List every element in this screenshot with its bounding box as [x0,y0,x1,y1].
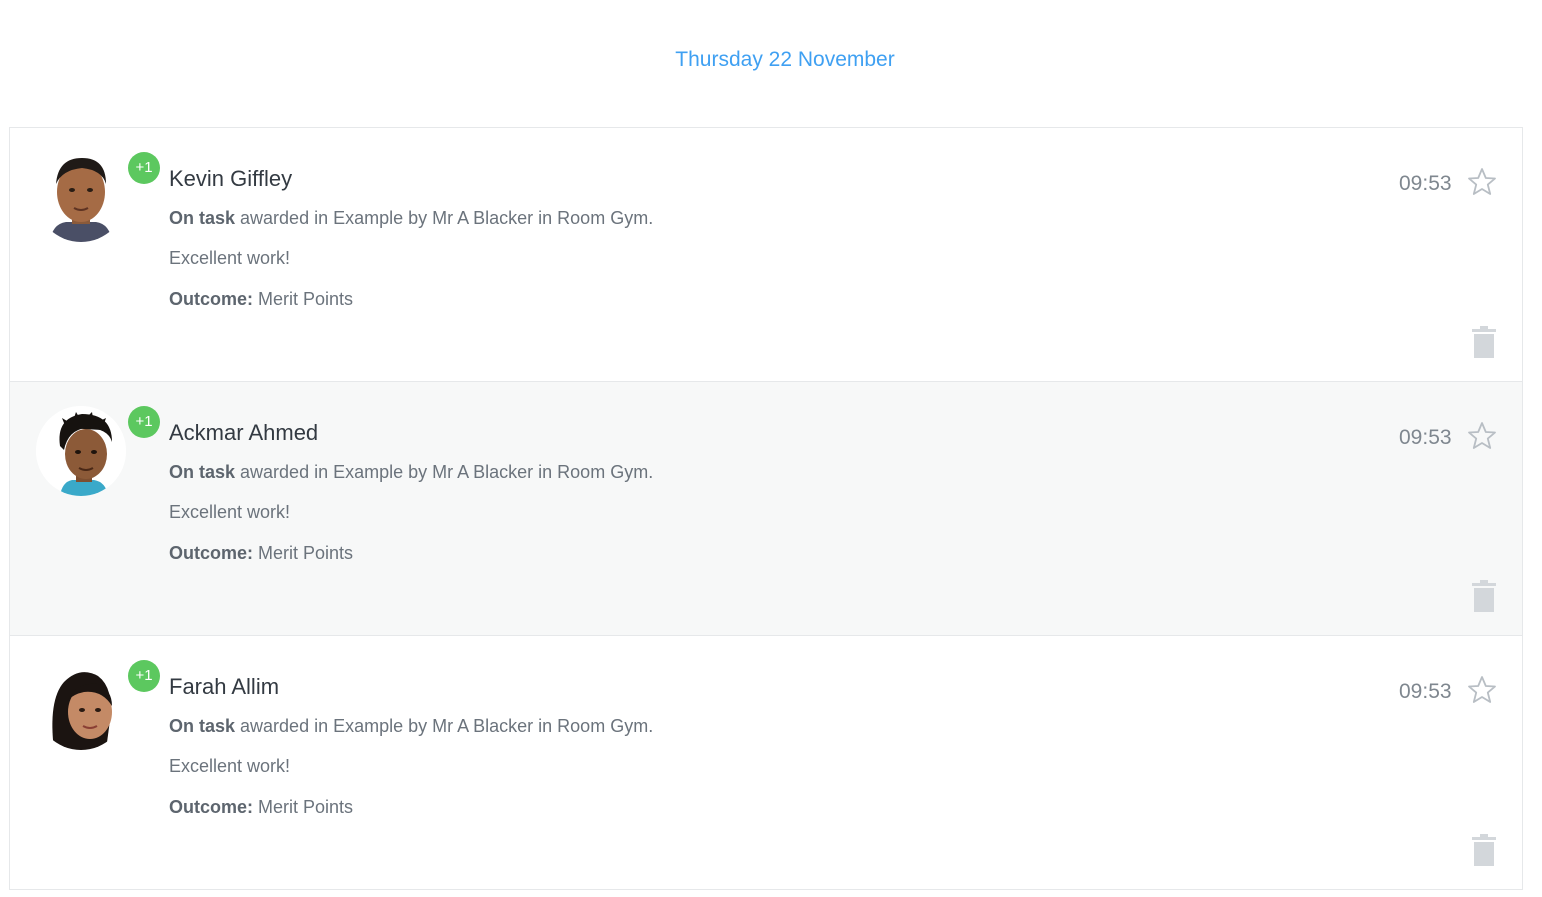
delete-button[interactable] [1470,580,1498,612]
star-outline-icon [1468,422,1496,449]
behaviour-name: On task [169,716,236,736]
outcome-value: Merit Points [253,289,354,309]
trash-icon [1472,580,1496,612]
star-button[interactable] [1466,674,1498,706]
award-comment: Excellent work! [169,502,291,522]
feed-item: +1 Ackmar Ahmed On task awarded in Examp… [10,382,1522,636]
award-line: On task awarded in Example by Mr A Black… [169,208,653,229]
outcome-label: Outcome: [169,543,254,563]
feed-item: +1 Farah Allim On task awarded in Exampl… [10,636,1522,890]
star-button[interactable] [1466,166,1498,198]
award-detail: awarded in Example by Mr A Blacker in Ro… [235,462,654,482]
award-time: 09:53 [1399,426,1452,449]
star-button[interactable] [1466,420,1498,452]
behaviour-feed: +1 Kevin Giffley On task awarded in Exam… [9,127,1523,890]
student-name[interactable]: Farah Allim [169,674,279,700]
student-photo-icon [36,406,126,496]
avatar[interactable] [36,660,126,750]
award-time: 09:53 [1399,172,1452,195]
avatar[interactable] [36,152,126,242]
award-time: 09:53 [1399,680,1452,703]
award-detail: awarded in Example by Mr A Blacker in Ro… [235,208,654,228]
outcome-value: Merit Points [253,543,354,563]
student-name[interactable]: Kevin Giffley [169,166,292,192]
student-name[interactable]: Ackmar Ahmed [169,420,318,446]
feed-item: +1 Kevin Giffley On task awarded in Exam… [10,128,1522,382]
behaviour-name: On task [169,462,236,482]
award-line: On task awarded in Example by Mr A Black… [169,716,653,737]
outcome-label: Outcome: [169,797,254,817]
award-detail: awarded in Example by Mr A Blacker in Ro… [235,716,654,736]
trash-icon [1472,834,1496,866]
points-badge: +1 [128,660,160,692]
outcome-value: Merit Points [253,797,354,817]
delete-button[interactable] [1470,834,1498,866]
student-photo-icon [36,152,126,242]
outcome-line: Outcome: Merit Points [169,289,353,310]
award-line: On task awarded in Example by Mr A Black… [169,462,653,483]
student-photo-icon [36,660,126,750]
outcome-line: Outcome: Merit Points [169,543,353,564]
star-outline-icon [1468,168,1496,195]
outcome-label: Outcome: [169,289,254,309]
outcome-line: Outcome: Merit Points [169,797,353,818]
points-badge: +1 [128,152,160,184]
delete-button[interactable] [1470,326,1498,358]
award-comment: Excellent work! [169,756,291,776]
behaviour-name: On task [169,208,236,228]
points-badge: +1 [128,406,160,438]
avatar[interactable] [36,406,126,496]
trash-icon [1472,326,1496,358]
date-header: Thursday 22 November [675,48,895,71]
star-outline-icon [1468,676,1496,703]
award-comment: Excellent work! [169,248,291,268]
